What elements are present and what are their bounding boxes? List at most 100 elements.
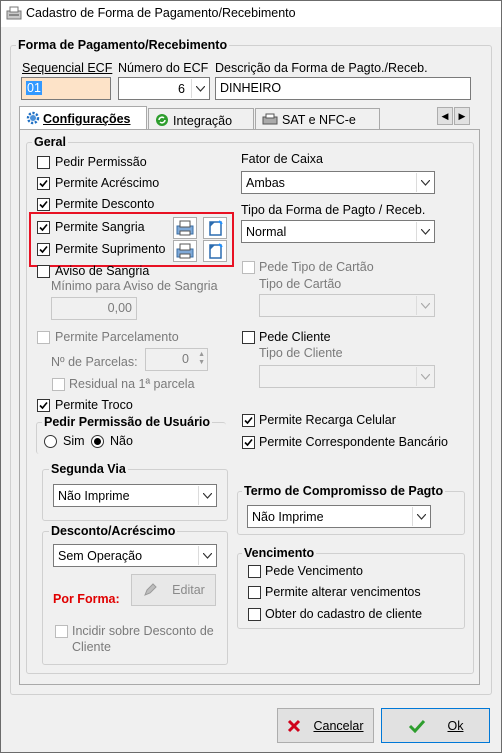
desc-input[interactable]: DINHEIRO [215, 77, 471, 100]
incidir-label-cont: Cliente [72, 640, 111, 654]
tipo-cartao-label: Tipo de Cartão [259, 277, 342, 291]
sync-icon [156, 114, 168, 126]
pede-vencimento-label: Pede Vencimento [265, 564, 363, 578]
tipo-cliente-label: Tipo de Cliente [259, 346, 343, 360]
obter-cadastro-checkbox[interactable] [248, 608, 261, 621]
app-icon [6, 6, 22, 20]
chevron-down-icon[interactable] [198, 546, 215, 565]
forma-pagamento-title: Forma de Pagamento/Recebimento [16, 38, 230, 52]
chevron-down-icon[interactable] [416, 173, 433, 192]
permite-desconto-label: Permite Desconto [55, 197, 155, 211]
tab-scroll-left-button[interactable]: ◀ [437, 107, 453, 125]
chevron-down-icon[interactable] [412, 507, 429, 526]
permite-desconto-checkbox[interactable] [37, 198, 50, 211]
desconto-acrescimo-value: Sem Operação [58, 549, 143, 563]
permite-parcelamento-checkbox[interactable] [37, 331, 50, 344]
pede-tipo-cartao-checkbox[interactable] [242, 261, 255, 274]
pede-tipo-cartao-label: Pede Tipo de Cartão [259, 260, 374, 274]
seq-ecf-input[interactable]: 01 [21, 77, 111, 100]
nao-radio[interactable] [91, 435, 104, 448]
num-parcelas-label: Nº de Parcelas: [51, 355, 138, 369]
aviso-sangria-checkbox[interactable] [37, 265, 50, 278]
incidir-label: Incidir sobre Desconto de [72, 624, 214, 638]
permite-recarga-label: Permite Recarga Celular [259, 413, 396, 427]
chevron-down-icon[interactable] [416, 222, 433, 241]
window-title: Cadastro de Forma de Pagamento/Recebimen… [26, 6, 296, 20]
seq-ecf-label: Sequencial ECF [22, 61, 113, 75]
sim-radio[interactable] [44, 435, 57, 448]
document-icon [209, 220, 223, 236]
termo-title: Termo de Compromisso de Pagto [242, 484, 446, 498]
segunda-via-value: Não Imprime [58, 489, 130, 503]
segunda-via-select[interactable]: Não Imprime [53, 484, 217, 507]
ok-button[interactable]: Ok [381, 708, 490, 743]
sangria-print-button[interactable] [173, 217, 197, 239]
gear-icon [26, 111, 40, 125]
permite-troco-label: Permite Troco [55, 398, 133, 412]
tab-scroll-right-button[interactable]: ▶ [454, 107, 470, 125]
permite-correspondente-label: Permite Correspondente Bancário [259, 435, 448, 449]
tipo-forma-label: Tipo da Forma de Pagto / Receb. [241, 203, 426, 217]
tipo-forma-value: Normal [246, 225, 287, 239]
chevron-down-icon[interactable] [416, 296, 433, 315]
printer-icon [262, 113, 278, 125]
pede-vencimento-checkbox[interactable] [248, 565, 261, 578]
termo-value: Não Imprime [252, 510, 324, 524]
geral-title: Geral [32, 135, 68, 149]
desconto-acrescimo-select[interactable]: Sem Operação [53, 544, 217, 567]
document-icon [209, 243, 223, 259]
editar-label: Editar [172, 583, 205, 597]
minimo-aviso-label: Mínimo para Aviso de Sangria [51, 279, 218, 293]
close-icon [288, 719, 301, 732]
num-ecf-select[interactable]: 6 [118, 77, 210, 100]
permite-troco-checkbox[interactable] [37, 399, 50, 412]
permite-suprimento-checkbox[interactable] [37, 243, 50, 256]
fator-caixa-select[interactable]: Ambas [241, 171, 435, 194]
cancelar-label: Cancelar [313, 718, 364, 733]
check-icon [408, 719, 425, 733]
pedir-permissao-label: Pedir Permissão [55, 155, 147, 169]
permite-suprimento-label: Permite Suprimento [55, 242, 166, 256]
suprimento-document-button[interactable] [203, 240, 227, 262]
suprimento-print-button[interactable] [173, 240, 197, 262]
printer-icon [176, 220, 194, 236]
permite-recarga-checkbox[interactable] [242, 414, 255, 427]
chevron-down-icon[interactable] [198, 486, 215, 505]
permite-correspondente-checkbox[interactable] [242, 436, 255, 449]
printer-icon [176, 243, 194, 259]
por-forma-label: Por Forma: [53, 592, 120, 606]
chevron-down-icon[interactable] [191, 79, 208, 98]
termo-select[interactable]: Não Imprime [247, 505, 431, 528]
pede-cliente-checkbox[interactable] [242, 331, 255, 344]
tipo-cliente-select[interactable] [259, 365, 435, 388]
permite-sangria-label: Permite Sangria [55, 220, 145, 234]
cancelar-button[interactable]: Cancelar [277, 708, 374, 743]
sangria-document-button[interactable] [203, 217, 227, 239]
incidir-checkbox[interactable] [55, 625, 68, 638]
desc-label: Descrição da Forma de Pagto./Receb. [215, 61, 428, 75]
tab-configuracoes-label: Configurações [43, 112, 131, 126]
ok-label: Ok [447, 718, 464, 733]
tipo-cartao-select[interactable] [259, 294, 435, 317]
permite-parcelamento-label: Permite Parcelamento [55, 330, 179, 344]
chevron-down-icon[interactable] [416, 367, 433, 386]
tipo-forma-select[interactable]: Normal [241, 220, 435, 243]
tab-integracao-label: Integração [173, 114, 233, 128]
obter-cadastro-label: Obter do cadastro de cliente [265, 607, 423, 621]
vencimento-title: Vencimento [242, 546, 317, 560]
residual-checkbox[interactable] [52, 378, 65, 391]
num-parcelas-stepper[interactable]: 0 ▲ ▼ [145, 348, 208, 371]
nao-label: Não [110, 434, 133, 448]
permite-acrescimo-checkbox[interactable] [37, 177, 50, 190]
segunda-via-title: Segunda Via [49, 462, 128, 476]
num-ecf-value: 6 [178, 82, 185, 96]
permite-sangria-checkbox[interactable] [37, 221, 50, 234]
pede-cliente-label: Pede Cliente [259, 330, 331, 344]
sim-label: Sim [63, 434, 85, 448]
editar-button[interactable]: Editar [131, 574, 216, 606]
minimo-aviso-input[interactable]: 0,00 [51, 297, 137, 320]
stepper-arrows-icon[interactable]: ▲ ▼ [198, 351, 205, 367]
pedir-permissao-checkbox[interactable] [37, 156, 50, 169]
permite-alterar-checkbox[interactable] [248, 586, 261, 599]
desconto-acrescimo-title: Desconto/Acréscimo [49, 524, 178, 538]
